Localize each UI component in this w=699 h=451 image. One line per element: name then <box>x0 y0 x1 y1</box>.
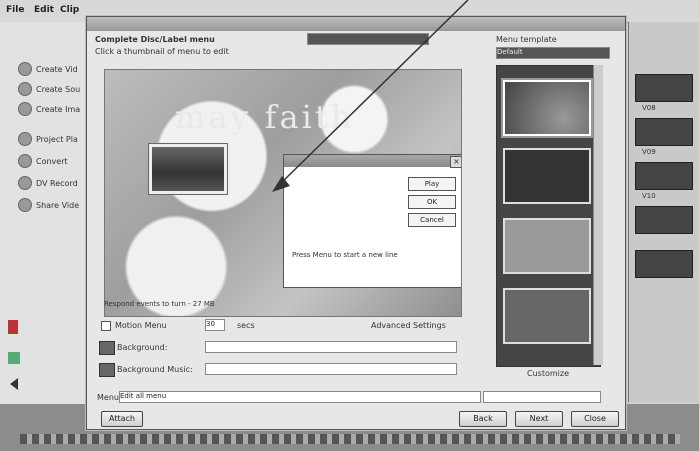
annotation-arrow <box>272 0 469 192</box>
